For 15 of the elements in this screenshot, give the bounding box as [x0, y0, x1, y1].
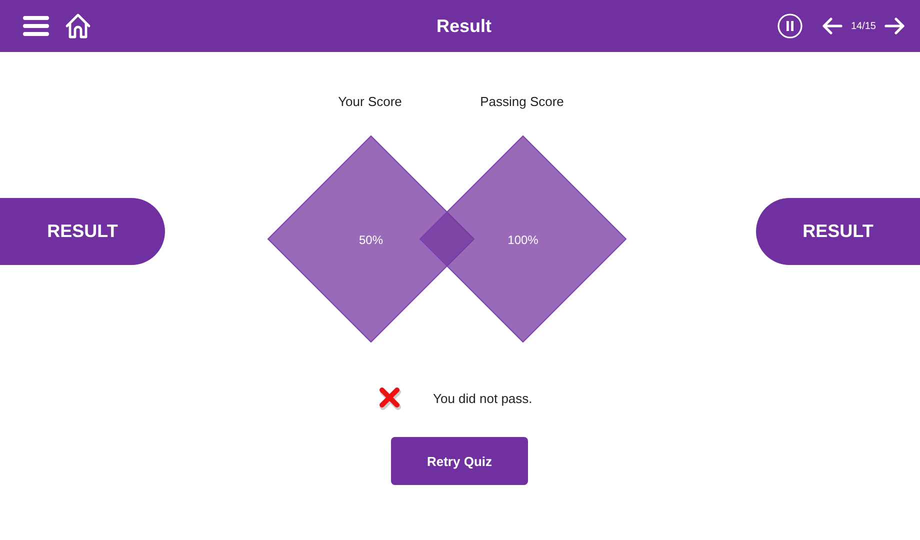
page-counter: 14/15 — [850, 20, 876, 32]
retry-quiz-button[interactable]: Retry Quiz — [391, 437, 528, 485]
result-message: You did not pass. — [433, 390, 532, 406]
score-value: 50% — [358, 233, 384, 247]
score-label: Passing Score — [479, 94, 565, 110]
score-label: Your Score — [337, 94, 403, 110]
result-tab[interactable]: RESULT — [0, 198, 165, 265]
score-value: 100% — [508, 233, 538, 247]
menu-icon[interactable] — [22, 14, 50, 38]
forward-arrow-icon[interactable] — [884, 17, 906, 35]
back-arrow-icon[interactable] — [820, 17, 843, 35]
result-tab[interactable]: RESULT — [756, 198, 920, 265]
page-title: Result — [436, 16, 492, 36]
pause-icon[interactable] — [776, 13, 803, 39]
home-icon[interactable] — [64, 12, 92, 40]
